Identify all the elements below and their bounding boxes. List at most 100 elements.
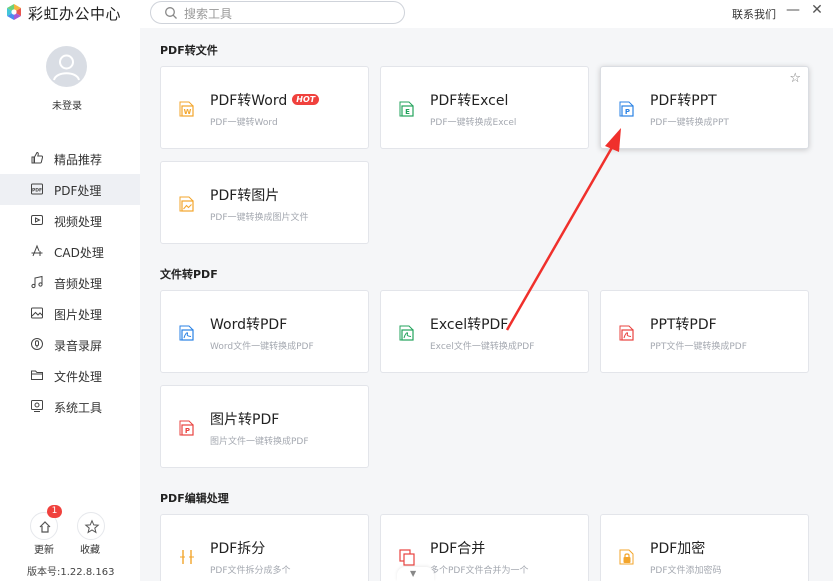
tool-card-title: PDF转Excel — [430, 93, 509, 109]
tool-card-pdf-to-excel[interactable]: E PDF转Excel PDF一键转换成Excel — [380, 66, 589, 149]
tool-card-pdf-split[interactable]: PDF拆分 PDF文件拆分成多个 — [160, 514, 369, 581]
star-icon — [84, 519, 100, 534]
search-placeholder: 搜索工具 — [184, 7, 233, 21]
tool-card-title: Excel转PDF — [430, 317, 509, 333]
tool-card-image-to-pdf[interactable]: P 图片转PDF 图片文件一键转换成PDF — [160, 385, 369, 468]
tool-card-title: PDF合并 — [430, 541, 486, 557]
sidebar-item-label: 系统工具 — [54, 401, 103, 415]
login-status[interactable]: 未登录 — [0, 97, 134, 112]
favorite-label: 收藏 — [80, 545, 100, 556]
version-text: 版本号:1.22.8.163 — [27, 567, 115, 578]
tool-card-desc: PDF一键转换成Excel — [430, 118, 517, 128]
sidebar-item-file[interactable]: 文件处理 — [0, 360, 140, 391]
sidebar-item-label: CAD处理 — [54, 246, 104, 260]
word-to-pdf-icon — [179, 325, 194, 341]
ppt-doc-icon: P — [619, 101, 634, 117]
folder-icon — [31, 370, 43, 380]
contact-us-link[interactable]: 联系我们 — [732, 6, 776, 22]
tool-card-ppt-to-pdf[interactable]: PPT转PDF PPT文件一键转换成PDF — [600, 290, 809, 373]
split-icon — [180, 550, 194, 564]
sidebar-item-video[interactable]: 视频处理 — [0, 205, 140, 236]
tool-card-title: PDF转图片 — [210, 188, 280, 204]
sidebar-item-pdf[interactable]: PDF PDF处理 — [0, 174, 140, 205]
tool-card-pdf-encrypt[interactable]: PDF加密 PDF文件添加密码 — [600, 514, 809, 581]
update-label: 更新 — [34, 545, 54, 556]
image-icon — [31, 307, 43, 319]
avatar[interactable] — [46, 46, 87, 87]
tool-card-pdf-to-ppt[interactable]: P PDF转PPT PDF一键转换成PPT ☆ — [600, 66, 809, 149]
sidebar: 未登录 精品推荐 PDF PDF处理 视频处理 CAD处理 音频处理 图片处理 … — [0, 28, 140, 581]
tool-card-desc: PDF一键转换成图片文件 — [210, 213, 309, 223]
ppt-to-pdf-icon — [619, 325, 634, 341]
section-title: PDF编辑处理 — [160, 492, 229, 505]
search-box[interactable]: 搜索工具 — [150, 1, 405, 24]
merge-icon — [399, 549, 415, 566]
tool-card-pdf-to-image[interactable]: PDF转图片 PDF一键转换成图片文件 — [160, 161, 369, 244]
tool-card-desc: PDF一键转换成PPT — [650, 118, 729, 128]
tool-card-title: Word转PDF — [210, 317, 288, 333]
word-doc-icon: W — [179, 101, 194, 117]
tool-card-title: PDF加密 — [650, 541, 706, 557]
tool-card-excel-to-pdf[interactable]: Excel转PDF Excel文件一键转换成PDF — [380, 290, 589, 373]
sidebar-item-label: PDF处理 — [54, 184, 102, 198]
sidebar-item-system[interactable]: 系统工具 — [0, 391, 140, 422]
sidebar-item-label: 图片处理 — [54, 308, 103, 322]
svg-text:P: P — [625, 108, 630, 116]
image-doc-icon — [179, 196, 194, 212]
svg-text:E: E — [405, 108, 410, 116]
sidebar-item-image[interactable]: 图片处理 — [0, 298, 140, 329]
section-title: 文件转PDF — [160, 268, 218, 281]
tool-card-title: PDF转PPT — [650, 93, 717, 109]
title-bar: 彩虹办公中心 搜索工具 联系我们 — ✕ — [0, 0, 833, 28]
new-update-icon — [39, 521, 51, 533]
tool-card-title: PDF拆分 — [210, 541, 266, 557]
excel-to-pdf-icon — [399, 325, 414, 341]
excel-doc-icon: E — [399, 101, 414, 117]
svg-text:PDF: PDF — [32, 188, 42, 194]
sidebar-item-recommended[interactable]: 精品推荐 — [0, 143, 140, 174]
svg-text:W: W — [184, 108, 192, 116]
update-badge: 1 — [47, 505, 62, 518]
app-window: 彩虹办公中心 搜索工具 联系我们 — ✕ 未登录 精品推荐 PDF PDF处理 … — [0, 0, 833, 581]
hot-badge: HOT — [292, 94, 320, 105]
tool-card-desc: PDF文件拆分成多个 — [210, 566, 291, 576]
chevron-down-icon: ▼ — [410, 569, 417, 578]
app-title: 彩虹办公中心 — [28, 5, 122, 23]
tool-card-desc: PPT文件一键转换成PDF — [650, 342, 747, 352]
tool-card-pdf-to-word[interactable]: W PDF转Word HOT PDF一键转Word — [160, 66, 369, 149]
minimize-button[interactable]: — — [785, 2, 801, 18]
tool-card-desc: Word文件一键转换成PDF — [210, 342, 314, 352]
tool-card-desc: 多个PDF文件合并为一个 — [430, 566, 529, 576]
main-content: PDF转文件 W PDF转Word HOT PDF一键转Word E PDF转Ex… — [140, 28, 833, 581]
tool-card-title: 图片转PDF — [210, 412, 280, 428]
music-icon — [31, 275, 43, 289]
sidebar-item-label: 视频处理 — [54, 215, 103, 229]
tool-card-title: PDF转Word HOT — [210, 90, 320, 110]
svg-text:P: P — [185, 427, 190, 435]
tool-card-desc: 图片文件一键转换成PDF — [210, 437, 309, 447]
favorite-button[interactable] — [77, 512, 105, 540]
sidebar-item-audio[interactable]: 音频处理 — [0, 267, 140, 298]
tool-card-desc: PDF一键转Word — [210, 118, 278, 128]
thumb-up-icon — [31, 151, 44, 164]
scroll-down-handle[interactable]: ▼ — [397, 567, 434, 581]
lock-icon — [619, 549, 634, 565]
close-button[interactable]: ✕ — [809, 2, 825, 18]
system-icon — [31, 400, 43, 412]
tool-card-word-to-pdf[interactable]: Word转PDF Word文件一键转换成PDF — [160, 290, 369, 373]
cad-icon — [31, 244, 43, 257]
rainbow-logo-icon — [7, 4, 21, 20]
image-to-pdf-icon: P — [179, 420, 194, 436]
section-title: PDF转文件 — [160, 44, 218, 57]
record-icon — [31, 338, 43, 350]
user-icon — [53, 54, 80, 81]
favorite-star-icon[interactable]: ☆ — [789, 71, 801, 86]
tool-card-title: PPT转PDF — [650, 317, 717, 333]
video-icon — [31, 215, 43, 225]
sidebar-item-label: 音频处理 — [54, 277, 103, 291]
sidebar-item-record[interactable]: 录音录屏 — [0, 329, 140, 360]
search-icon — [165, 7, 177, 19]
sidebar-item-cad[interactable]: CAD处理 — [0, 236, 140, 267]
sidebar-item-label: 录音录屏 — [54, 339, 103, 353]
tool-card-desc: Excel文件一键转换成PDF — [430, 342, 535, 352]
